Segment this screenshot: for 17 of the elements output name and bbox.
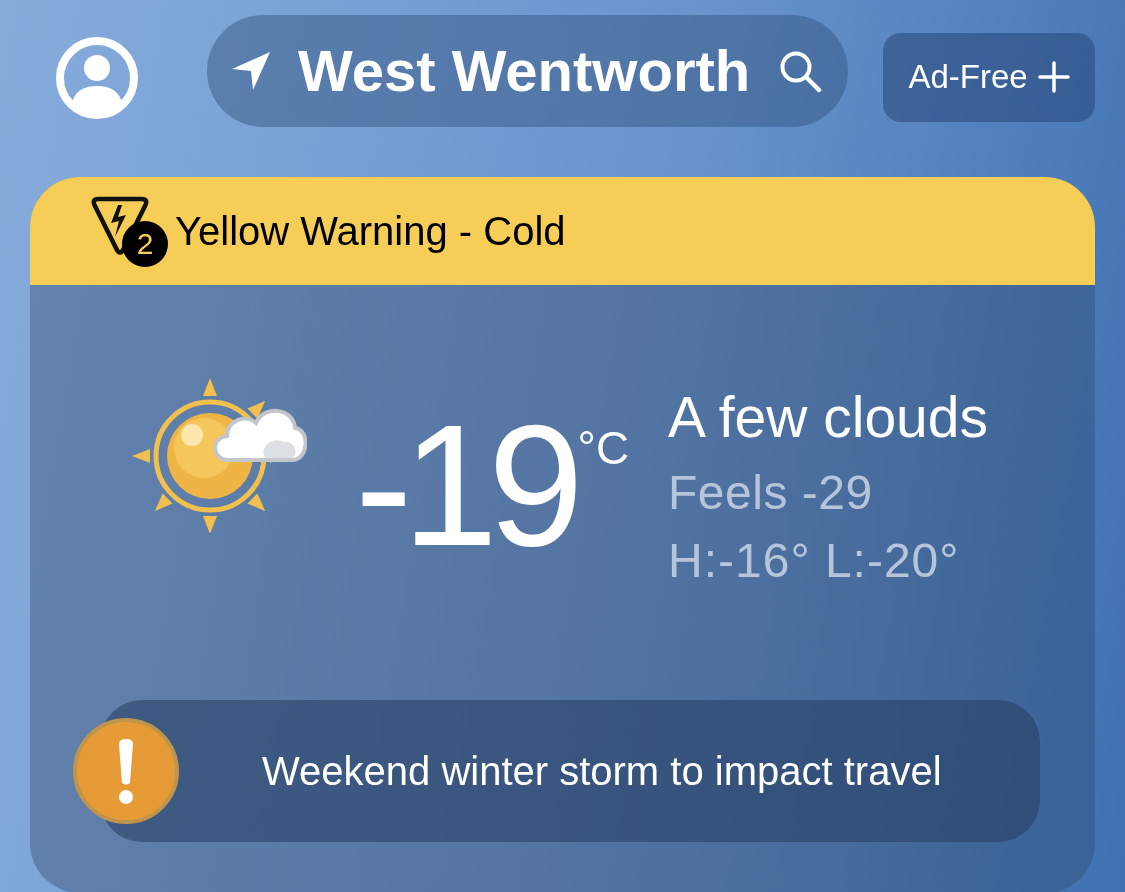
search-icon <box>778 49 822 93</box>
warning-banner[interactable]: 2 Yellow Warning - Cold <box>30 177 1095 285</box>
temperature-unit: °C <box>577 425 630 471</box>
ad-free-button[interactable]: Ad-Free <box>883 32 1095 122</box>
high-low-text: H:-16° L:-20° <box>668 537 961 585</box>
condition-text: A few clouds <box>668 389 988 446</box>
plus-icon <box>1037 61 1070 93</box>
warning-icon <box>90 195 150 257</box>
feels-like-text: Feels -29 <box>668 469 874 517</box>
exclamation-icon <box>72 717 180 825</box>
count-badge: 2 <box>122 221 168 267</box>
sun-and-cloud-icon <box>132 378 307 533</box>
temperature-value: -19 <box>355 399 574 571</box>
location-arrow-icon <box>230 50 272 92</box>
location-search-button[interactable]: West Wentworth <box>207 15 848 127</box>
news-banner[interactable]: Weekend winter storm to impact travel <box>72 700 1040 842</box>
profile-icon[interactable] <box>55 36 139 120</box>
